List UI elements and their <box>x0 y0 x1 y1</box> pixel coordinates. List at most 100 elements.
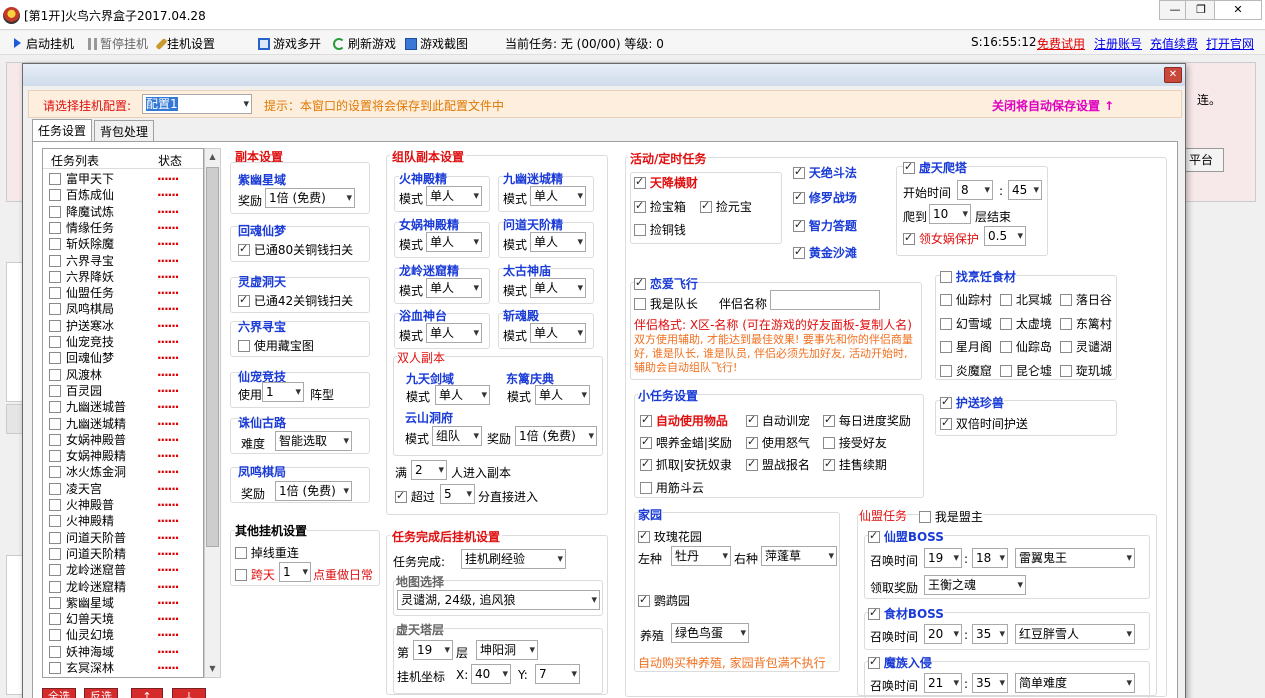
food-place-row[interactable]: 炎魔窟 <box>940 362 992 379</box>
task-list-item[interactable]: 冰火炼金洞 ······ <box>43 464 203 480</box>
task-list-item[interactable]: 百炼成仙 ······ <box>43 187 203 203</box>
register-link[interactable]: 注册账号 <box>1094 35 1142 52</box>
rose-row[interactable]: 玫瑰花园 <box>638 528 702 545</box>
task-list-item[interactable]: 妖神海域 ······ <box>43 644 203 660</box>
task-checkbox[interactable] <box>49 189 61 202</box>
task-checkbox[interactable] <box>49 433 61 446</box>
move-down-button[interactable]: ↓ <box>172 688 206 698</box>
tianjiang-checkbox[interactable] <box>634 175 646 189</box>
climb-select[interactable]: 10 <box>929 204 971 224</box>
team-entry-mode-select[interactable]: 单人 <box>530 186 586 206</box>
escort-double-checkbox[interactable] <box>940 416 952 430</box>
task-list-item[interactable]: 火神殿精 ······ <box>43 513 203 529</box>
task-list-item[interactable]: 富甲天下 ······ <box>43 171 203 187</box>
task-list-item[interactable]: 问道天阶普 ······ <box>43 530 203 546</box>
restore-button[interactable]: ❐ <box>1185 0 1217 20</box>
fengming-reward-select[interactable]: 1倍 (免费) <box>275 481 352 501</box>
over-select[interactable]: 5 <box>440 484 475 504</box>
task-list-item[interactable]: 女娲神殿普 ······ <box>43 432 203 448</box>
nvwa-checkbox[interactable] <box>903 231 915 245</box>
task-list-item[interactable]: 紫幽星域 ······ <box>43 595 203 611</box>
task-checkbox[interactable] <box>49 221 61 234</box>
accept-friend-checkbox[interactable] <box>823 437 835 449</box>
boss2-name-select[interactable]: 红豆胖雪人 <box>1015 624 1135 644</box>
huangjin-checkbox[interactable] <box>793 245 805 259</box>
escort-row[interactable]: 护送珍兽 <box>940 394 1004 411</box>
task-list-item[interactable]: 凌天宫 ······ <box>43 481 203 497</box>
yunshan-reward-select[interactable]: 1倍 (免费) <box>515 426 597 446</box>
food-place-row[interactable]: 仙踪岛 <box>1000 338 1052 355</box>
task-checkbox[interactable] <box>49 401 61 414</box>
jianyuanbao-row[interactable]: 捡元宝 <box>700 198 752 215</box>
task-checkbox[interactable] <box>49 270 61 283</box>
auto-train-row[interactable]: 自动训宠 <box>746 412 810 429</box>
food-place-checkbox[interactable] <box>1000 364 1012 377</box>
team-entry-mode-select[interactable]: 单人 <box>530 278 586 298</box>
x-select[interactable]: 40 <box>471 664 511 684</box>
lingxu-checkbox[interactable] <box>238 293 250 307</box>
food-place-row[interactable]: 昆仑墟 <box>1000 362 1052 379</box>
boss3-checkbox[interactable] <box>868 655 880 669</box>
bird-checkbox[interactable] <box>638 593 650 607</box>
task-checkbox[interactable] <box>49 205 61 218</box>
auto-train-checkbox[interactable] <box>746 413 758 427</box>
food-place-row[interactable]: 东篱村 <box>1060 315 1112 332</box>
task-checkbox[interactable] <box>49 466 61 479</box>
close-button[interactable]: ✕ <box>1214 0 1262 20</box>
captain-checkbox[interactable] <box>634 298 646 310</box>
leader-checkbox[interactable] <box>919 511 931 523</box>
left-plant-select[interactable]: 牡丹 <box>671 546 731 566</box>
task-checkbox[interactable] <box>49 482 61 495</box>
task-list-item[interactable]: 女娲神殿精 ······ <box>43 448 203 464</box>
reconnect-checkbox[interactable] <box>235 547 247 559</box>
task-checkbox[interactable] <box>49 645 61 658</box>
food-place-checkbox[interactable] <box>940 341 952 353</box>
league-sign-row[interactable]: 盟战报名 <box>746 456 810 473</box>
daily-reward-row[interactable]: 每日进度奖励 <box>823 412 911 429</box>
food-place-checkbox[interactable] <box>1060 294 1072 306</box>
task-checkbox[interactable] <box>49 368 61 381</box>
food-place-row[interactable]: 太虚境 <box>1000 315 1052 332</box>
task-list-item[interactable]: 九幽迷城普 ······ <box>43 399 203 415</box>
food-place-checkbox[interactable] <box>1060 317 1072 330</box>
select-all-button[interactable]: 全选 <box>42 688 76 698</box>
sell-renew-checkbox[interactable] <box>823 457 835 471</box>
scroll-up-icon[interactable]: ▲ <box>205 149 220 165</box>
food-place-checkbox[interactable] <box>940 364 952 377</box>
jiantongqian-checkbox[interactable] <box>634 224 646 236</box>
crossday-row[interactable]: 跨天 <box>235 566 275 583</box>
nvwa-select[interactable]: 0.5 <box>984 226 1026 246</box>
xutian-checkbox[interactable] <box>903 160 915 174</box>
task-checkbox[interactable] <box>49 499 61 511</box>
task-list-item[interactable]: 回魂仙梦 ······ <box>43 350 203 366</box>
food-place-row[interactable]: 落日谷 <box>1060 291 1112 308</box>
move-up-button[interactable]: ↑ <box>131 688 163 698</box>
pause-hangup-button[interactable]: 暂停挂机 <box>88 35 148 52</box>
scroll-thumb[interactable] <box>206 167 219 547</box>
rose-checkbox[interactable] <box>638 529 650 543</box>
task-list-scrollbar[interactable]: ▲ ▼ <box>204 148 221 678</box>
jiantongqian-row[interactable]: 捡铜钱 <box>634 221 686 238</box>
nvwa-row[interactable]: 领女娲保护 <box>903 230 979 247</box>
auto-items-row[interactable]: 自动使用物品 <box>640 412 728 429</box>
team-entry-mode-select[interactable]: 单人 <box>426 323 482 343</box>
tianjue-checkbox[interactable] <box>793 165 805 179</box>
feed-bee-checkbox[interactable] <box>640 435 652 449</box>
claim-select[interactable]: 王衡之魂 <box>924 575 1026 595</box>
auto-items-checkbox[interactable] <box>640 413 652 427</box>
boss3-hour-select[interactable]: 21 <box>924 673 962 693</box>
task-list-item[interactable]: 幻兽天境 ······ <box>43 611 203 627</box>
team-entry-mode-select[interactable]: 单人 <box>426 186 482 206</box>
tianjue-row[interactable]: 天绝斗法 <box>793 164 857 181</box>
use-anger-row[interactable]: 使用怒气 <box>746 434 810 451</box>
love-checkbox[interactable] <box>634 276 646 290</box>
task-checkbox[interactable] <box>49 531 61 544</box>
captain-row[interactable]: 我是队长 <box>634 295 698 312</box>
task-checkbox[interactable] <box>49 450 61 463</box>
liujie-checkbox[interactable] <box>238 340 250 352</box>
task-list-item[interactable]: 情缘任务 ······ <box>43 220 203 236</box>
over-checkbox[interactable] <box>395 489 407 503</box>
task-checkbox[interactable] <box>49 515 61 528</box>
full-select[interactable]: 2 <box>411 460 447 480</box>
team-entry-mode-select[interactable]: 单人 <box>426 232 482 252</box>
